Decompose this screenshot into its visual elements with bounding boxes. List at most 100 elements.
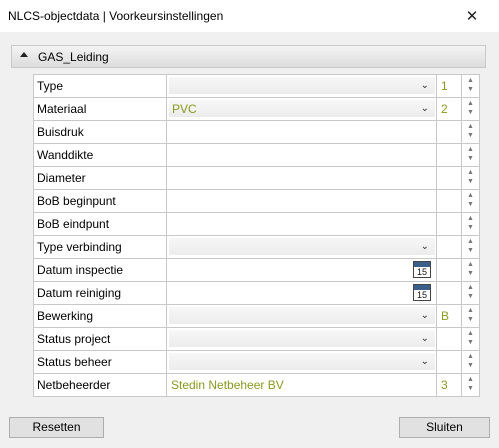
spinner-up-icon[interactable]: ▲ [465,376,476,384]
spinner[interactable]: ▲ ▼ [465,353,476,371]
section-header-gas-leiding[interactable]: GAS_Leiding [11,45,486,68]
property-row-wanddikte: Wanddikte ▲ ▼ [34,144,480,167]
chevron-down-icon[interactable]: ⌄ [421,103,429,115]
dropdown-box[interactable]: ⌄ [169,353,435,370]
spinner-up-icon[interactable]: ▲ [465,215,476,223]
spinner[interactable]: ▲ ▼ [465,100,476,118]
property-label: BoB eindpunt [37,217,110,231]
status-beheer-dropdown[interactable]: ⌄ [167,351,437,373]
dropdown-box[interactable]: ⌄ [169,330,435,347]
spinner-up-icon[interactable]: ▲ [465,284,476,292]
code-value: B [441,309,450,323]
property-label: Bewerking [37,309,94,323]
spinner[interactable]: ▲ ▼ [465,77,476,95]
chevron-down-icon[interactable]: ⌄ [421,333,429,345]
spinner-down-icon[interactable]: ▼ [465,316,476,324]
spinner-up-icon[interactable]: ▲ [465,192,476,200]
spinner[interactable]: ▲ ▼ [465,238,476,256]
window-title: NLCS-objectdata | Voorkeursinstellingen [8,9,224,23]
spinner[interactable]: ▲ ▼ [465,307,476,325]
chevron-down-icon[interactable]: ⌄ [421,241,429,253]
spinner-cell: ▲ ▼ [462,305,480,327]
property-label: Datum inspectie [37,263,124,277]
spinner-up-icon[interactable]: ▲ [465,353,476,361]
spinner[interactable]: ▲ ▼ [465,376,476,394]
spinner-up-icon[interactable]: ▲ [465,307,476,315]
status-project-dropdown[interactable]: ⌄ [167,328,437,350]
calendar-icon[interactable]: 15 [413,284,431,301]
spinner-cell: ▲ ▼ [462,236,480,258]
buisdruk-input[interactable] [167,121,437,143]
property-label-cell: Netbeheerder [34,374,167,396]
spinner-down-icon[interactable]: ▼ [465,270,476,278]
spinner[interactable]: ▲ ▼ [465,123,476,141]
bewerking-dropdown[interactable]: ⌄ [167,305,437,327]
spinner-down-icon[interactable]: ▼ [465,293,476,301]
type-dropdown[interactable]: ⌄ [167,75,437,97]
property-row-diameter: Diameter ▲ ▼ [34,167,480,190]
spinner-down-icon[interactable]: ▼ [465,155,476,163]
code-cell: 1 [437,75,462,97]
code-cell [437,144,462,166]
chevron-down-icon[interactable]: ⌄ [421,356,429,368]
spinner[interactable]: ▲ ▼ [465,284,476,302]
dropdown-box[interactable]: ⌄ [169,307,435,324]
spinner-up-icon[interactable]: ▲ [465,100,476,108]
code-cell [437,236,462,258]
spinner-down-icon[interactable]: ▼ [465,224,476,232]
bob-eindpunt-input[interactable] [167,213,437,235]
spinner[interactable]: ▲ ▼ [465,169,476,187]
spinner-up-icon[interactable]: ▲ [465,146,476,154]
property-label: Type [37,79,64,93]
close-button[interactable]: Sluiten [399,417,490,438]
code-cell [437,282,462,304]
spinner-up-icon[interactable]: ▲ [465,169,476,177]
spinner[interactable]: ▲ ▼ [465,261,476,279]
spinner-up-icon[interactable]: ▲ [465,261,476,269]
code-cell [437,121,462,143]
dropdown-box[interactable]: ⌄ [169,77,435,94]
calendar-icon[interactable]: 15 [413,261,431,278]
spinner-down-icon[interactable]: ▼ [465,247,476,255]
spinner-down-icon[interactable]: ▼ [465,86,476,94]
collapse-triangle-icon[interactable] [20,52,28,57]
spinner-up-icon[interactable]: ▲ [465,330,476,338]
input-value: Stedin Netbeheer BV [171,378,284,392]
property-label-cell: Materiaal [34,98,167,120]
spinner-up-icon[interactable]: ▲ [465,238,476,246]
spinner-down-icon[interactable]: ▼ [465,385,476,393]
bob-beginpunt-input[interactable] [167,190,437,212]
netbeheerder-input[interactable]: Stedin Netbeheer BV [167,374,437,396]
dropdown-box[interactable]: ⌄ [169,238,435,255]
datum-reiniging-date-field[interactable]: 15 [167,282,437,304]
code-cell: 2 [437,98,462,120]
spinner-down-icon[interactable]: ▼ [465,339,476,347]
property-label: Datum reiniging [37,286,122,300]
title-bar: NLCS-objectdata | Voorkeursinstellingen … [0,0,499,32]
spinner[interactable]: ▲ ▼ [465,215,476,233]
spinner-up-icon[interactable]: ▲ [465,77,476,85]
chevron-down-icon[interactable]: ⌄ [421,80,429,92]
spinner-cell: ▲ ▼ [462,98,480,120]
type-verbinding-dropdown[interactable]: ⌄ [167,236,437,258]
spinner-down-icon[interactable]: ▼ [465,132,476,140]
chevron-down-icon[interactable]: ⌄ [421,310,429,322]
spinner[interactable]: ▲ ▼ [465,192,476,210]
property-label: BoB beginpunt [37,194,116,208]
reset-button[interactable]: Resetten [9,417,104,438]
materiaal-dropdown[interactable]: PVC ⌄ [167,98,437,120]
spinner-down-icon[interactable]: ▼ [465,109,476,117]
dropdown-box[interactable]: PVC ⌄ [169,100,435,117]
code-cell [437,190,462,212]
close-icon[interactable]: ✕ [460,7,484,27]
spinner[interactable]: ▲ ▼ [465,330,476,348]
diameter-input[interactable] [167,167,437,189]
spinner-down-icon[interactable]: ▼ [465,178,476,186]
spinner-down-icon[interactable]: ▼ [465,201,476,209]
datum-inspectie-date-field[interactable]: 15 [167,259,437,281]
spinner-down-icon[interactable]: ▼ [465,362,476,370]
spinner[interactable]: ▲ ▼ [465,146,476,164]
wanddikte-input[interactable] [167,144,437,166]
spinner-up-icon[interactable]: ▲ [465,123,476,131]
property-label-cell: Type [34,75,167,97]
